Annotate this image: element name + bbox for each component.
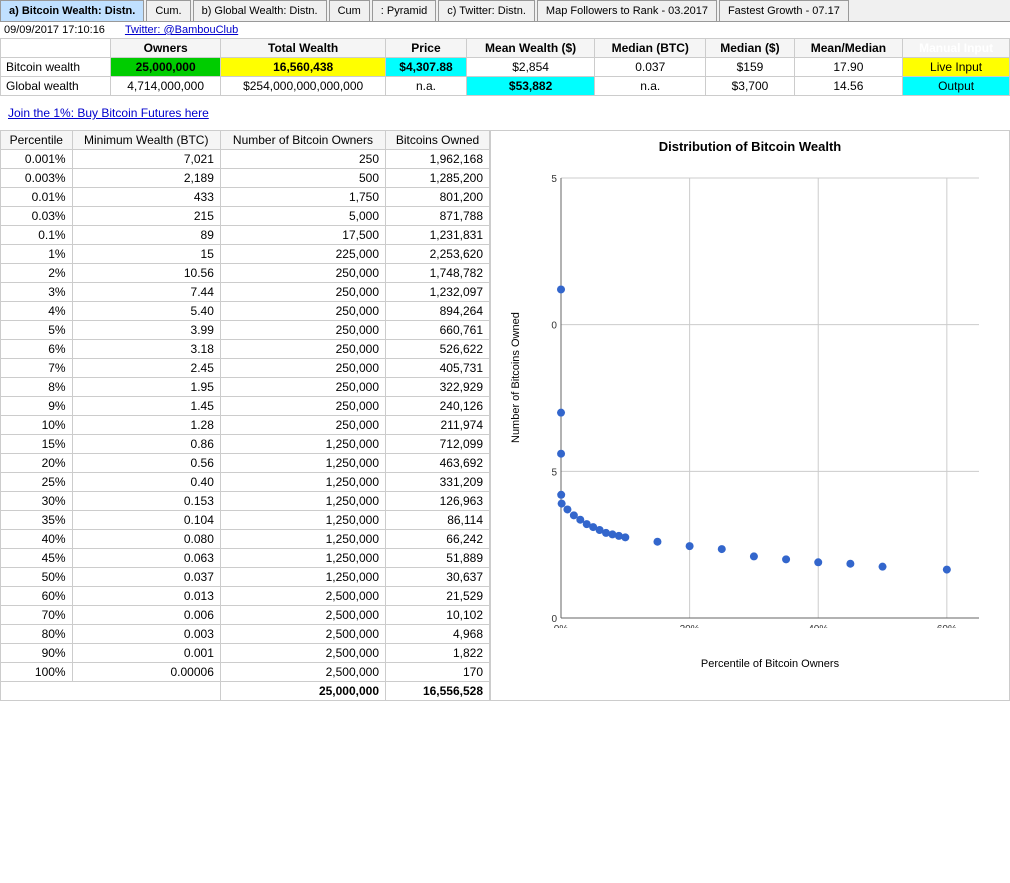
table-row: 20% 0.56 1,250,000 463,692 bbox=[1, 454, 490, 473]
global-median-btc: n.a. bbox=[595, 77, 706, 96]
table-row: 5% 3.99 250,000 660,761 bbox=[1, 321, 490, 340]
tab-bitcoin-distn[interactable]: a) Bitcoin Wealth: Distn. bbox=[0, 0, 144, 21]
tab-cum2[interactable]: Cum bbox=[329, 0, 370, 21]
bitcoin-price: $4,307.88 bbox=[386, 58, 467, 77]
datetime-label: 09/09/2017 17:10:16 bbox=[4, 24, 105, 36]
table-row: 8% 1.95 250,000 322,929 bbox=[1, 378, 490, 397]
svg-text:0%: 0% bbox=[554, 624, 569, 628]
global-median-usd: $3,700 bbox=[706, 77, 794, 96]
tab-map-followers[interactable]: Map Followers to Rank - 03.2017 bbox=[537, 0, 717, 21]
content-area: Percentile Minimum Wealth (BTC) Number o… bbox=[0, 130, 1010, 701]
table-row: 7% 2.45 250,000 405,731 bbox=[1, 359, 490, 378]
table-row: 0.01% 433 1,750 801,200 bbox=[1, 188, 490, 207]
bitcoin-mean-median: 17.90 bbox=[794, 58, 903, 77]
svg-text:5: 5 bbox=[551, 467, 557, 478]
bitcoin-median-usd: $159 bbox=[706, 58, 794, 77]
table-row: 25% 0.40 1,250,000 331,209 bbox=[1, 473, 490, 492]
bitcoin-row: Bitcoin wealth 25,000,000 16,560,438 $4,… bbox=[1, 58, 1010, 77]
table-row: 70% 0.006 2,500,000 10,102 bbox=[1, 606, 490, 625]
footer-total-bitcoins: 16,556,528 bbox=[386, 682, 490, 701]
svg-text:10: 10 bbox=[551, 321, 557, 332]
info-bar: 09/09/2017 17:10:16 Twitter: @BambouClub bbox=[0, 22, 1010, 38]
col-owners: Owners bbox=[111, 39, 221, 58]
table-row: 30% 0.153 1,250,000 126,963 bbox=[1, 492, 490, 511]
col-manual-input: Manual Input bbox=[903, 39, 1010, 58]
table-row: 60% 0.013 2,500,000 21,529 bbox=[1, 587, 490, 606]
table-footer: 25,000,000 16,556,528 bbox=[1, 682, 490, 701]
table-row: 40% 0.080 1,250,000 66,242 bbox=[1, 530, 490, 549]
svg-text:40%: 40% bbox=[808, 624, 828, 628]
table-row: 0.1% 89 17,500 1,231,831 bbox=[1, 226, 490, 245]
table-row: 4% 5.40 250,000 894,264 bbox=[1, 302, 490, 321]
th-num-owners: Number of Bitcoin Owners bbox=[220, 131, 385, 150]
bitcoin-input-type[interactable]: Live Input bbox=[903, 58, 1010, 77]
y-axis-label: Number of Bitcoins Owned bbox=[510, 393, 522, 443]
bitcoin-median-btc: 0.037 bbox=[595, 58, 706, 77]
bitcoin-owners: 25,000,000 bbox=[111, 58, 221, 77]
global-price: n.a. bbox=[386, 77, 467, 96]
table-row: 1% 15 225,000 2,253,620 bbox=[1, 245, 490, 264]
table-row: 100% 0.00006 2,500,000 170 bbox=[1, 663, 490, 682]
col-total-wealth: Total Wealth bbox=[221, 39, 386, 58]
col-mean-wealth: Mean Wealth ($) bbox=[466, 39, 594, 58]
table-row: 90% 0.001 2,500,000 1,822 bbox=[1, 644, 490, 663]
col-median-usd: Median ($) bbox=[706, 39, 794, 58]
footer-total-owners: 25,000,000 bbox=[220, 682, 385, 701]
x-axis-label: Percentile of Bitcoin Owners bbox=[551, 658, 989, 670]
bitcoin-total-wealth: 16,560,438 bbox=[221, 58, 386, 77]
join-link[interactable]: Join the 1%: Buy Bitcoin Futures here bbox=[4, 100, 213, 126]
th-min-wealth: Minimum Wealth (BTC) bbox=[72, 131, 220, 150]
th-bitcoins-owned: Bitcoins Owned bbox=[386, 131, 490, 150]
table-row: 15% 0.86 1,250,000 712,099 bbox=[1, 435, 490, 454]
col-mean-median: Mean/Median bbox=[794, 39, 903, 58]
table-row: 45% 0.063 1,250,000 51,889 bbox=[1, 549, 490, 568]
table-row: 10% 1.28 250,000 211,974 bbox=[1, 416, 490, 435]
table-row: 50% 0.037 1,250,000 30,637 bbox=[1, 568, 490, 587]
th-percentile: Percentile bbox=[1, 131, 73, 150]
global-label: Global wealth bbox=[1, 77, 111, 96]
svg-text:60%: 60% bbox=[937, 624, 957, 628]
table-row: 2% 10.56 250,000 1,748,782 bbox=[1, 264, 490, 283]
table-row: 35% 0.104 1,250,000 86,114 bbox=[1, 511, 490, 530]
table-row: 9% 1.45 250,000 240,126 bbox=[1, 397, 490, 416]
tab-bar: a) Bitcoin Wealth: Distn. Cum. b) Global… bbox=[0, 0, 1010, 22]
bitcoin-label: Bitcoin wealth bbox=[1, 58, 111, 77]
table-row: 0.001% 7,021 250 1,962,168 bbox=[1, 150, 490, 169]
tab-twitter-distn[interactable]: c) Twitter: Distn. bbox=[438, 0, 535, 21]
table-row: 0.003% 2,189 500 1,285,200 bbox=[1, 169, 490, 188]
col-price: Price bbox=[386, 39, 467, 58]
table-row: 6% 3.18 250,000 526,622 bbox=[1, 340, 490, 359]
global-mean-wealth: $53,882 bbox=[466, 77, 594, 96]
global-mean-median: 14.56 bbox=[794, 77, 903, 96]
chart-area: Distribution of Bitcoin Wealth 0510150%2… bbox=[490, 130, 1010, 701]
svg-text:15: 15 bbox=[551, 174, 557, 185]
chart-svg: 0510150%20%40%60% bbox=[551, 168, 989, 628]
table-row: 0.03% 215 5,000 871,788 bbox=[1, 207, 490, 226]
global-owners: 4,714,000,000 bbox=[111, 77, 221, 96]
data-table-wrap: Percentile Minimum Wealth (BTC) Number o… bbox=[0, 130, 490, 701]
bitcoin-mean-wealth: $2,854 bbox=[466, 58, 594, 77]
distribution-table: Percentile Minimum Wealth (BTC) Number o… bbox=[0, 130, 490, 701]
chart-title: Distribution of Bitcoin Wealth bbox=[491, 131, 1009, 158]
svg-text:20%: 20% bbox=[680, 624, 700, 628]
table-row: 80% 0.003 2,500,000 4,968 bbox=[1, 625, 490, 644]
table-row: 3% 7.44 250,000 1,232,097 bbox=[1, 283, 490, 302]
global-total-wealth: $254,000,000,000,000 bbox=[221, 77, 386, 96]
col-median-btc: Median (BTC) bbox=[595, 39, 706, 58]
tab-global-distn[interactable]: b) Global Wealth: Distn. bbox=[193, 0, 327, 21]
tab-cum1[interactable]: Cum. bbox=[146, 0, 190, 21]
global-input-type: Output bbox=[903, 77, 1010, 96]
summary-table: Owners Total Wealth Price Mean Wealth ($… bbox=[0, 38, 1010, 96]
global-row: Global wealth 4,714,000,000 $254,000,000… bbox=[1, 77, 1010, 96]
tab-fastest-growth[interactable]: Fastest Growth - 07.17 bbox=[719, 0, 849, 21]
twitter-link[interactable]: Twitter: @BambouClub bbox=[125, 24, 238, 36]
tab-pyramid[interactable]: : Pyramid bbox=[372, 0, 436, 21]
